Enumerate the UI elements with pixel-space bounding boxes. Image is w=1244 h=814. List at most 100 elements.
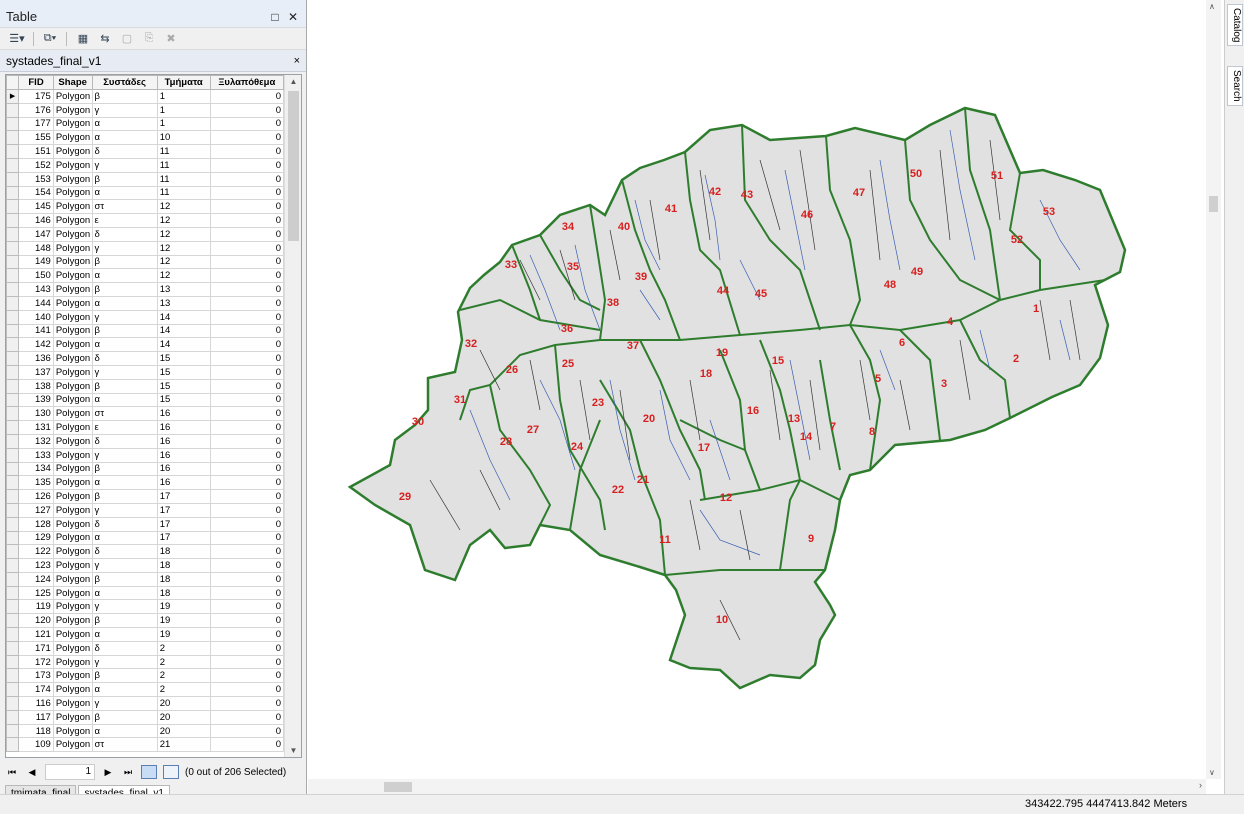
- table-cell[interactable]: δ: [91, 144, 158, 159]
- table-cell[interactable]: 175: [18, 89, 54, 104]
- first-record-icon[interactable]: ⏮: [5, 767, 19, 778]
- table-row[interactable]: 146 Polygon ε 12 0: [6, 213, 285, 228]
- table-cell[interactable]: Polygon: [52, 682, 93, 698]
- table-cell[interactable]: 149: [18, 254, 54, 270]
- table-cell[interactable]: Polygon: [52, 723, 93, 739]
- table-cell[interactable]: 132: [18, 433, 54, 449]
- table-cell[interactable]: Polygon: [52, 530, 93, 546]
- table-cell[interactable]: 14: [156, 309, 211, 325]
- table-cell[interactable]: 0: [209, 571, 285, 587]
- table-cell[interactable]: 0: [209, 475, 285, 491]
- table-cell[interactable]: Polygon: [52, 282, 93, 297]
- table-cell[interactable]: δ: [91, 226, 158, 242]
- table-row[interactable]: 148 Polygon γ 12 0: [6, 240, 285, 256]
- table-cell[interactable]: 2: [156, 654, 211, 670]
- table-cell[interactable]: 174: [18, 682, 54, 698]
- table-cell[interactable]: γ: [91, 102, 158, 118]
- row-selector[interactable]: [6, 213, 20, 228]
- table-cell[interactable]: Polygon: [52, 406, 93, 422]
- table-cell[interactable]: Polygon: [52, 668, 93, 684]
- row-selector[interactable]: [6, 157, 20, 173]
- table-cell[interactable]: 0: [209, 585, 285, 601]
- row-selector[interactable]: [6, 199, 20, 215]
- table-cell[interactable]: 0: [209, 364, 285, 380]
- column-header[interactable]: FID: [18, 75, 54, 90]
- table-cell[interactable]: 19: [156, 599, 211, 615]
- show-selected-records-button[interactable]: [163, 765, 179, 779]
- table-cell[interactable]: στ: [91, 406, 158, 422]
- table-row[interactable]: 129 Polygon α 17 0: [6, 530, 285, 546]
- row-selector[interactable]: [6, 240, 20, 256]
- map-vscroll-thumb[interactable]: [1209, 196, 1218, 212]
- table-cell[interactable]: δ: [91, 516, 158, 532]
- table-row[interactable]: 119 Polygon γ 19 0: [6, 599, 285, 615]
- table-cell[interactable]: δ: [91, 640, 158, 656]
- table-cell[interactable]: 154: [18, 185, 54, 201]
- table-cell[interactable]: 148: [18, 240, 54, 256]
- table-cell[interactable]: 0: [209, 268, 285, 284]
- table-cell[interactable]: γ: [91, 654, 158, 670]
- table-cell[interactable]: β: [91, 489, 158, 504]
- table-cell[interactable]: Polygon: [52, 571, 93, 587]
- table-cell[interactable]: Polygon: [52, 489, 93, 504]
- table-cell[interactable]: 0: [209, 709, 285, 725]
- table-cell[interactable]: 12: [156, 226, 211, 242]
- table-row[interactable]: 176 Polygon γ 1 0: [6, 102, 285, 118]
- table-cell[interactable]: 120: [18, 613, 54, 629]
- row-selector[interactable]: [6, 309, 20, 325]
- row-selector[interactable]: [6, 696, 20, 711]
- related-tables-icon[interactable]: ⧉▾: [41, 31, 59, 47]
- table-cell[interactable]: 0: [209, 682, 285, 698]
- table-cell[interactable]: γ: [91, 447, 158, 463]
- table-cell[interactable]: Polygon: [52, 737, 93, 753]
- table-cell[interactable]: Polygon: [52, 199, 93, 215]
- table-cell[interactable]: δ: [91, 544, 158, 560]
- table-row[interactable]: 153 Polygon β 11 0: [6, 171, 285, 187]
- table-cell[interactable]: α: [91, 682, 158, 698]
- table-cell[interactable]: α: [91, 627, 158, 642]
- table-cell[interactable]: β: [91, 282, 158, 297]
- table-row[interactable]: 122 Polygon δ 18 0: [6, 544, 285, 560]
- table-row[interactable]: 126 Polygon β 17 0: [6, 489, 285, 504]
- table-cell[interactable]: 11: [156, 185, 211, 201]
- table-row[interactable]: 155 Polygon α 10 0: [6, 130, 285, 146]
- table-cell[interactable]: 0: [209, 544, 285, 560]
- row-selector[interactable]: [6, 489, 20, 504]
- table-cell[interactable]: Polygon: [52, 309, 93, 325]
- table-cell[interactable]: Polygon: [52, 295, 93, 311]
- current-record-field[interactable]: 1: [45, 764, 95, 780]
- table-cell[interactable]: 17: [156, 502, 211, 518]
- table-cell[interactable]: 134: [18, 461, 54, 477]
- table-row[interactable]: 150 Polygon α 12 0: [6, 268, 285, 284]
- table-row[interactable]: 149 Polygon β 12 0: [6, 254, 285, 270]
- table-cell[interactable]: Polygon: [52, 213, 93, 228]
- table-cell[interactable]: 121: [18, 627, 54, 642]
- table-cell[interactable]: 0: [209, 516, 285, 532]
- table-cell[interactable]: Polygon: [52, 268, 93, 284]
- delete-selected-icon[interactable]: ✖: [162, 31, 180, 47]
- table-cell[interactable]: Polygon: [52, 544, 93, 560]
- table-row[interactable]: 127 Polygon γ 17 0: [6, 502, 285, 518]
- row-selector[interactable]: [6, 378, 20, 394]
- table-cell[interactable]: Polygon: [52, 461, 93, 477]
- row-selector[interactable]: [6, 420, 20, 435]
- table-cell[interactable]: γ: [91, 502, 158, 518]
- row-selector[interactable]: [6, 337, 20, 353]
- table-row[interactable]: 145 Polygon στ 12 0: [6, 199, 285, 215]
- table-cell[interactable]: Polygon: [52, 447, 93, 463]
- row-selector[interactable]: [6, 226, 20, 242]
- table-row[interactable]: 152 Polygon γ 11 0: [6, 157, 285, 173]
- table-cell[interactable]: Polygon: [52, 240, 93, 256]
- table-row[interactable]: 139 Polygon α 15 0: [6, 392, 285, 408]
- table-cell[interactable]: 140: [18, 309, 54, 325]
- table-cell[interactable]: α: [91, 295, 158, 311]
- table-cell[interactable]: α: [91, 475, 158, 491]
- table-cell[interactable]: 0: [209, 116, 285, 132]
- table-cell[interactable]: 0: [209, 295, 285, 311]
- table-cell[interactable]: 19: [156, 613, 211, 629]
- row-selector[interactable]: [6, 682, 20, 698]
- table-cell[interactable]: 10: [156, 130, 211, 146]
- table-cell[interactable]: Polygon: [52, 433, 93, 449]
- table-row[interactable]: 177 Polygon α 1 0: [6, 116, 285, 132]
- table-cell[interactable]: Polygon: [52, 392, 93, 408]
